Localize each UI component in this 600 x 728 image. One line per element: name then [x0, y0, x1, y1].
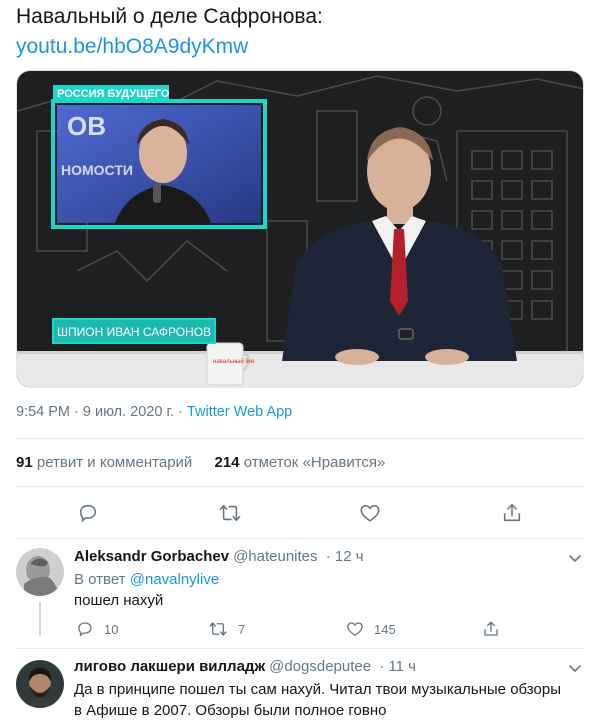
reply-tweet[interactable]: Aleksandr Gorbachev @hateunites · 12 ч В …	[16, 548, 584, 644]
meta-separator: ·	[178, 404, 183, 420]
thread-line	[39, 602, 41, 636]
tweet-date[interactable]: 9 июл. 2020 г.	[83, 404, 174, 420]
like-icon	[347, 622, 363, 637]
reply-like-button[interactable]: 145	[346, 620, 396, 638]
reply-icon	[78, 622, 92, 637]
reply-text: пошел нахуй	[74, 592, 164, 609]
chevron-down-icon[interactable]	[568, 664, 582, 674]
like-count: 214	[214, 454, 240, 471]
reply-context-prefix: В ответ	[74, 571, 126, 588]
cup-text: навальный live	[213, 358, 255, 365]
reply-time[interactable]: · 12 ч	[326, 548, 364, 565]
retweet-count-link[interactable]: 91 ретвит и комментарий	[16, 454, 192, 471]
divider	[16, 538, 584, 539]
share-button[interactable]	[499, 500, 525, 526]
retweet-icon	[219, 504, 241, 522]
like-button[interactable]	[357, 500, 383, 526]
reply-reply-button[interactable]: 10	[76, 620, 118, 638]
retweet-count: 7	[238, 621, 246, 637]
like-icon	[360, 504, 380, 522]
reply-text-line-2: в Афише в 2007. Обзоры были полное говно	[74, 702, 387, 719]
reply-button[interactable]	[75, 500, 101, 526]
like-count-link[interactable]: 214 отметок «Нравится»	[215, 454, 386, 471]
reply-count: 10	[104, 621, 119, 637]
reply-author-name[interactable]: лигово лакшери вилладж	[74, 658, 265, 675]
reply-mention[interactable]: @navalnylive	[130, 571, 219, 588]
divider	[16, 486, 584, 487]
tweet-source-app[interactable]: Twitter Web App	[187, 404, 292, 420]
engagement-counts: 91 ретвит и комментарий 214 отметок «Нра…	[16, 454, 385, 471]
tweet-media-video[interactable]: навальный live ОВ НОМОСТИ РОССИЯ БУДУЩЕГ…	[16, 70, 584, 388]
chevron-down-icon[interactable]	[568, 554, 582, 564]
divider	[16, 438, 584, 439]
reply-tweet[interactable]: лигово лакшери вилладж @dogsdeputee · 11 …	[16, 658, 584, 728]
avatar-image	[16, 548, 64, 596]
avatar[interactable]	[16, 660, 64, 708]
reply-icon	[79, 504, 97, 522]
reply-author-name[interactable]: Aleksandr Gorbachev	[74, 548, 229, 565]
tweet-text: Навальный о деле Сафронова:	[16, 5, 323, 28]
share-icon	[484, 621, 498, 636]
reply-retweet-button[interactable]: 7	[208, 620, 245, 638]
reply-author-handle[interactable]: @hateunites	[233, 548, 317, 565]
media-caption: ШПИОН ИВАН САФРОНОВ	[57, 325, 211, 339]
reply-share-button[interactable]	[482, 620, 500, 638]
retweet-count-label: ретвит и комментарий	[36, 454, 193, 471]
tweet-time[interactable]: 9:54 PM	[16, 404, 70, 420]
like-count: 145	[374, 621, 396, 637]
tweet-actions	[0, 500, 600, 526]
retweet-count: 91	[16, 454, 33, 471]
reply-author-handle[interactable]: @dogsdeputee	[269, 658, 371, 675]
inset-text-bottom: НОМОСТИ	[61, 162, 133, 178]
tweet-metadata: 9:54 PM · 9 июл. 2020 г. · Twitter Web A…	[16, 404, 292, 420]
reply-text-line-1: Да в принципе пошел ты сам нахуй. Читал …	[74, 681, 561, 698]
avatar[interactable]	[16, 548, 64, 596]
reply-author[interactable]: Aleksandr Gorbachev @hateunites · 12 ч	[74, 548, 364, 565]
reply-time[interactable]: · 11 ч	[379, 658, 416, 675]
share-icon	[503, 503, 521, 522]
retweet-icon	[209, 622, 227, 636]
inset-text-top: ОВ	[67, 111, 106, 141]
reply-context: В ответ @navalnylive	[74, 570, 219, 590]
avatar-image	[16, 660, 64, 708]
retweet-button[interactable]	[217, 500, 243, 526]
brand-label: РОССИЯ БУДУЩЕГО	[57, 88, 170, 100]
meta-separator: ·	[74, 404, 79, 420]
like-count-label: отметок «Нравится»	[243, 454, 386, 471]
video-thumbnail: навальный live ОВ НОМОСТИ РОССИЯ БУДУЩЕГ…	[17, 71, 583, 387]
tweet-link[interactable]: youtu.be/hbO8A9dyKmw	[16, 32, 248, 62]
divider	[16, 648, 584, 649]
reply-author[interactable]: лигово лакшери вилладж @dogsdeputee · 11 …	[74, 658, 416, 675]
